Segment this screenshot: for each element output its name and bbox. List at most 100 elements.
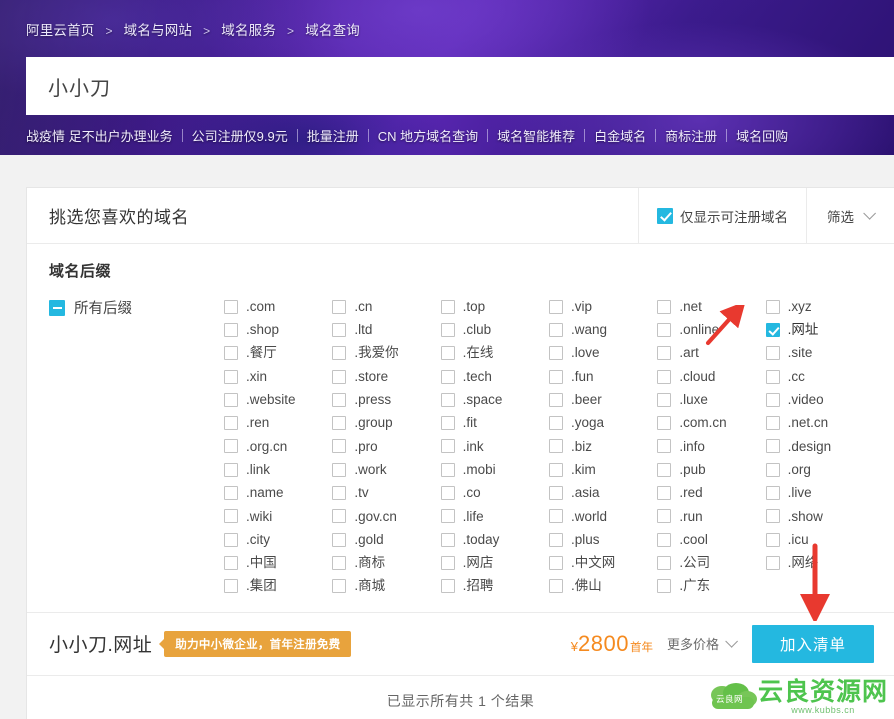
only-available-toggle[interactable]: 仅显示可注册域名 <box>638 188 806 243</box>
all-suffix-toggle[interactable]: 所有后缀 <box>49 295 224 318</box>
nav-link-smart-recommend[interactable]: 域名智能推荐 <box>497 126 575 145</box>
nav-link-cn-local-search[interactable]: CN 地方域名查询 <box>378 126 478 145</box>
tld-checkbox[interactable] <box>657 439 672 454</box>
tld-checkbox[interactable] <box>224 462 238 477</box>
tld-option[interactable]: .art <box>657 342 765 365</box>
tld-checkbox[interactable] <box>657 299 672 314</box>
tld-option[interactable]: .net.cn <box>765 411 874 434</box>
tld-checkbox[interactable] <box>332 509 347 524</box>
tld-checkbox[interactable] <box>657 416 672 431</box>
tld-checkbox[interactable] <box>224 555 238 570</box>
tld-option[interactable]: .org.cn <box>224 435 332 458</box>
tld-checkbox[interactable] <box>765 555 780 570</box>
tld-checkbox[interactable] <box>224 299 238 314</box>
nav-link-company-reg[interactable]: 公司注册仅9.9元 <box>192 126 288 145</box>
tld-option[interactable]: .在线 <box>440 342 549 365</box>
tld-option[interactable]: .shop <box>224 318 332 341</box>
tld-checkbox[interactable] <box>332 416 347 431</box>
tld-option[interactable]: .gold <box>332 528 440 551</box>
tld-checkbox[interactable] <box>765 486 780 501</box>
tld-checkbox[interactable] <box>332 579 347 594</box>
tld-checkbox[interactable] <box>224 532 238 547</box>
tld-checkbox[interactable] <box>332 392 347 407</box>
tld-checkbox[interactable] <box>440 532 455 547</box>
tld-checkbox[interactable] <box>549 346 563 361</box>
tld-option[interactable]: .fun <box>549 365 657 388</box>
tld-checkbox[interactable] <box>549 555 563 570</box>
tld-option[interactable]: .net <box>657 295 765 318</box>
tld-checkbox[interactable] <box>765 532 780 547</box>
tld-option[interactable]: .love <box>549 342 657 365</box>
tld-option[interactable]: .store <box>332 365 440 388</box>
tld-checkbox[interactable] <box>224 392 238 407</box>
tld-option[interactable]: .商标 <box>332 551 440 574</box>
tld-option[interactable]: .run <box>657 505 765 528</box>
search-box[interactable] <box>26 57 894 115</box>
tld-option[interactable]: .mobi <box>440 458 549 481</box>
tld-option[interactable]: .网络 <box>765 551 874 574</box>
tld-checkbox[interactable] <box>224 346 238 361</box>
tld-option[interactable]: .com <box>224 295 332 318</box>
all-suffix-checkbox[interactable] <box>49 299 65 316</box>
tld-checkbox[interactable] <box>549 532 563 547</box>
tld-checkbox[interactable] <box>549 369 563 384</box>
tld-option[interactable]: .公司 <box>657 551 765 574</box>
tld-option[interactable]: .vip <box>549 295 657 318</box>
tld-option[interactable]: .beer <box>549 388 657 411</box>
tld-checkbox[interactable] <box>765 416 780 431</box>
tld-option[interactable]: .city <box>224 528 332 551</box>
tld-checkbox[interactable] <box>332 532 347 547</box>
tld-checkbox[interactable] <box>765 346 780 361</box>
tld-checkbox[interactable] <box>224 439 238 454</box>
tld-option[interactable]: .plus <box>549 528 657 551</box>
tld-checkbox[interactable] <box>440 579 455 594</box>
tld-option[interactable]: .design <box>765 435 874 458</box>
add-to-cart-button[interactable]: 加入清单 <box>752 624 874 663</box>
nav-link-trademark-reg[interactable]: 商标注册 <box>665 126 717 145</box>
tld-checkbox[interactable] <box>549 392 563 407</box>
tld-option[interactable]: .live <box>765 481 874 504</box>
search-input[interactable] <box>26 57 894 115</box>
tld-checkbox[interactable] <box>765 462 780 477</box>
tld-option[interactable]: .info <box>657 435 765 458</box>
tld-checkbox[interactable] <box>765 439 780 454</box>
tld-option[interactable]: .show <box>765 505 874 528</box>
result-domain-name[interactable]: 小小刀.网址 <box>49 630 152 657</box>
tld-option[interactable]: .world <box>549 505 657 528</box>
tld-option[interactable]: .我爱你 <box>332 342 440 365</box>
tld-option[interactable]: .tv <box>332 481 440 504</box>
tld-option[interactable]: .red <box>657 481 765 504</box>
tld-option[interactable]: .佛山 <box>549 575 657 598</box>
tld-checkbox[interactable] <box>657 392 672 407</box>
tld-option[interactable]: .pro <box>332 435 440 458</box>
tld-checkbox[interactable] <box>657 486 672 501</box>
tld-checkbox[interactable] <box>657 462 672 477</box>
tld-option[interactable]: .today <box>440 528 549 551</box>
tld-option[interactable]: .video <box>765 388 874 411</box>
tld-checkbox[interactable] <box>332 299 347 314</box>
tld-option[interactable]: .online <box>657 318 765 341</box>
tld-checkbox[interactable] <box>440 555 455 570</box>
tld-option[interactable]: .luxe <box>657 388 765 411</box>
tld-checkbox[interactable] <box>765 392 780 407</box>
tld-option[interactable]: .wiki <box>224 505 332 528</box>
tld-checkbox[interactable] <box>332 369 347 384</box>
tld-option[interactable]: .press <box>332 388 440 411</box>
tld-checkbox[interactable] <box>440 299 455 314</box>
tld-checkbox[interactable] <box>765 509 780 524</box>
tld-option[interactable]: .space <box>440 388 549 411</box>
tld-option[interactable]: .中国 <box>224 551 332 574</box>
tld-option[interactable]: .中文网 <box>549 551 657 574</box>
tld-option[interactable]: .广东 <box>657 575 765 598</box>
tld-checkbox[interactable] <box>549 462 563 477</box>
tld-option[interactable]: .club <box>440 318 549 341</box>
breadcrumb-item-domain-service[interactable]: 域名服务 <box>221 23 276 38</box>
tld-option[interactable]: .biz <box>549 435 657 458</box>
tld-option[interactable]: .co <box>440 481 549 504</box>
tld-checkbox[interactable] <box>549 322 563 337</box>
breadcrumb-item-home[interactable]: 阿里云首页 <box>26 23 95 38</box>
tld-checkbox[interactable] <box>440 392 455 407</box>
more-price-dropdown[interactable]: 更多价格 <box>667 634 738 653</box>
tld-option[interactable]: .website <box>224 388 332 411</box>
tld-option[interactable]: .cc <box>765 365 874 388</box>
